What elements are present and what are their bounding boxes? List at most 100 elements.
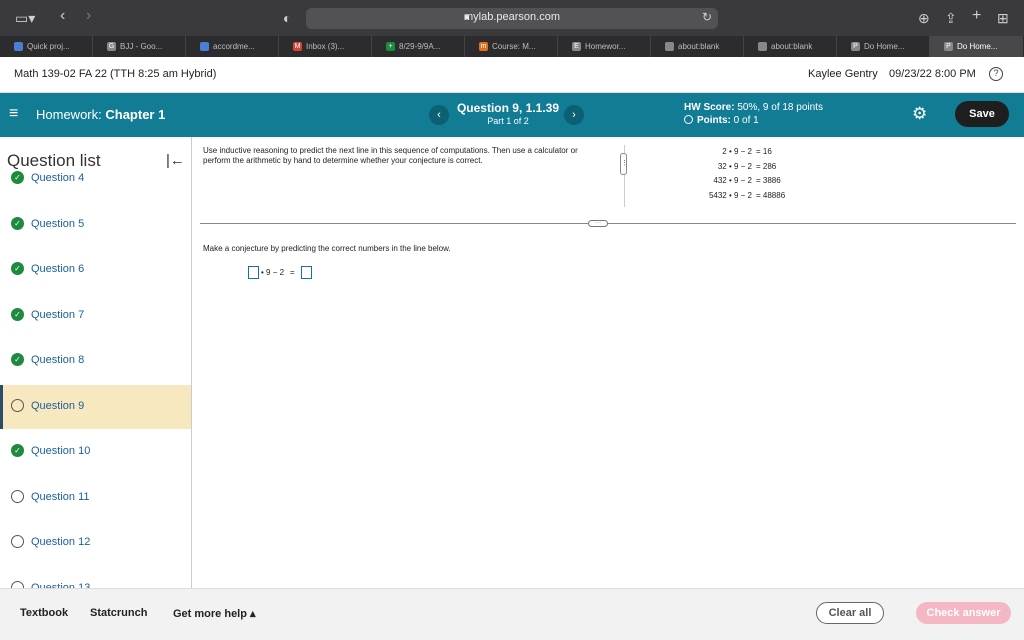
sequence-row: 5432 • 9 − 2 = 48886 <box>668 191 785 200</box>
question-part: Part 1 of 2 <box>487 116 529 126</box>
sequence-row: 432 • 9 − 2 = 3886 <box>668 176 781 185</box>
settings-gear-icon[interactable]: ⚙ <box>912 105 927 123</box>
browser-tab[interactable]: P Do Home... <box>930 36 1023 57</box>
tab-favicon-icon: m <box>479 42 488 51</box>
sidebar-item-question[interactable]: Question 12 <box>0 521 191 565</box>
points-label: Points: <box>697 115 731 126</box>
footer-bar: Textbook Statcrunch Get more help ▴ Clea… <box>0 588 1024 640</box>
question-title: Question 9, 1.1.39 <box>456 101 560 115</box>
browser-tab[interactable]: accordme... <box>186 36 279 57</box>
sequence-row: 32 • 9 − 2 = 286 <box>668 162 776 171</box>
forward-icon[interactable]: › <box>86 7 91 25</box>
sidebar-item-question[interactable]: ✓ Question 8 <box>0 339 191 383</box>
browser-tab[interactable]: m Course: M... <box>465 36 558 57</box>
tab-favicon-icon <box>758 42 767 51</box>
browser-tab[interactable]: about:blank <box>744 36 837 57</box>
vertical-splitter-handle[interactable]: ⋮ <box>620 153 628 175</box>
completed-check-icon: ✓ <box>11 262 24 275</box>
textbook-link[interactable]: Textbook <box>20 607 68 619</box>
hw-score-label: HW Score: <box>684 102 735 113</box>
date-time: 09/23/22 8:00 PM <box>889 68 976 80</box>
new-tab-icon[interactable]: + <box>972 7 981 25</box>
sidebar-item-question[interactable]: Question 11 <box>0 476 191 520</box>
save-button[interactable]: Save <box>955 101 1009 127</box>
answer-input-2[interactable] <box>300 266 312 279</box>
browser-tab-label: Course: M... <box>492 42 536 51</box>
sidebar-item-question[interactable]: ✓ Question 7 <box>0 294 191 338</box>
address-bar[interactable]: ■ mylab.pearson.com ↻ <box>306 8 718 29</box>
back-icon[interactable]: ‹ <box>60 7 65 25</box>
answer-middle: • 9 − 2 <box>261 268 285 277</box>
answer-row: • 9 − 2 = <box>248 266 312 279</box>
next-question-button[interactable]: › <box>564 105 584 125</box>
browser-tab[interactable]: M Inbox (3)... <box>279 36 372 57</box>
browser-tab-label: about:blank <box>771 42 813 51</box>
sidebar-item-label: Question 7 <box>31 308 85 321</box>
tab-favicon-icon: P <box>851 42 860 51</box>
hw-score-value: 50%, 9 of 18 points <box>737 102 823 113</box>
answer-input-1[interactable] <box>248 266 259 279</box>
reload-icon[interactable]: ↻ <box>702 10 712 24</box>
hamburger-menu-icon[interactable]: ≡ <box>9 105 18 123</box>
course-bar: Math 139-02 FA 22 (TTH 8:25 am Hybrid) K… <box>0 57 1024 93</box>
check-answer-button[interactable]: Check answer <box>916 602 1011 624</box>
sequence-expression: 32 • 9 − 2 <box>717 161 752 171</box>
incomplete-circle-icon <box>11 398 24 412</box>
sidebar-item-label: Question 11 <box>31 490 90 503</box>
sequence-expression: 5432 • 9 − 2 <box>708 190 752 200</box>
hw-score: HW Score: 50%, 9 of 18 points <box>684 102 823 113</box>
sidebar-item-label: Question 12 <box>31 536 91 548</box>
get-more-help-link[interactable]: Get more help ▴ <box>173 607 256 620</box>
sequence-result: = 48886 <box>756 190 786 200</box>
browser-tab-strip: Quick proj... G BJJ - Goo... accordme... M In… <box>0 36 1024 57</box>
homework-label: Homework: Chapter 1 <box>36 107 165 122</box>
sidebar-item-question[interactable]: ✓ Question 6 <box>0 248 191 292</box>
clear-all-button[interactable]: Clear all <box>816 602 884 624</box>
sequence-expression: 432 • 9 − 2 <box>713 176 752 185</box>
question-list-sidebar: Question list |← ✓ Question 4 ✓ Question 5 ✓… <box>0 137 192 588</box>
question-instructions: Use inductive reasoning to predict the n… <box>203 146 578 165</box>
sidebar-item-question[interactable]: Question 13 <box>0 567 191 588</box>
browser-tab[interactable]: Quick proj... <box>0 36 93 57</box>
question-prompt: Make a conjecture by predicting the corr… <box>203 244 451 253</box>
privacy-shield-icon[interactable]: ◐ <box>283 9 291 27</box>
points-circle-icon <box>684 115 693 124</box>
sidebar-item-label: Question 8 <box>31 354 85 366</box>
completed-check-icon: ✓ <box>11 307 24 321</box>
incomplete-circle-icon <box>11 535 24 548</box>
answer-equals: = <box>290 268 295 277</box>
browser-tab-label: Quick proj... <box>27 42 70 51</box>
sidebar-item-question[interactable]: ✓ Question 4 <box>0 157 191 201</box>
statcrunch-link[interactable]: Statcrunch <box>90 607 147 619</box>
browser-tab[interactable]: +8/29-9/9A... <box>372 36 465 57</box>
sidebar-item-question[interactable]: Question 9 <box>0 384 191 429</box>
sidebar-item-label: Question 9 <box>31 399 85 412</box>
completed-check-icon: ✓ <box>11 353 24 366</box>
sequence-result: = 3886 <box>756 176 781 185</box>
incomplete-circle-icon <box>11 489 24 503</box>
incomplete-circle-icon <box>11 580 24 588</box>
share-icon[interactable]: ⇪ <box>945 9 957 27</box>
sidebar-toggle-icon[interactable]: ▭▾ <box>15 9 35 27</box>
sidebar-item-label: Question 4 <box>31 172 85 184</box>
sidebar-item-label: Question 6 <box>31 263 85 275</box>
sidebar-item-question[interactable]: ✓ Question 5 <box>0 203 191 247</box>
tab-favicon-icon: M <box>293 42 302 51</box>
help-icon[interactable]: ? <box>989 67 1003 81</box>
question-content: Use inductive reasoning to predict the n… <box>192 137 1024 588</box>
browser-tab-label: Do Home... <box>957 42 998 51</box>
browser-tab-label: Inbox (3)... <box>306 42 345 51</box>
browser-tab[interactable]: G BJJ - Goo... <box>93 36 186 57</box>
browser-tab[interactable]: E Homewor... <box>558 36 651 57</box>
url-text: mylab.pearson.com <box>464 11 560 23</box>
tab-overview-icon[interactable]: ⊞ <box>997 9 1009 27</box>
browser-tab-label: accordme... <box>213 42 255 51</box>
downloads-icon[interactable]: ⊕ <box>918 9 930 27</box>
horizontal-splitter-handle[interactable]: ··· <box>588 220 608 227</box>
completed-check-icon: ✓ <box>11 444 24 457</box>
horizontal-divider <box>200 223 1016 224</box>
completed-check-icon: ✓ <box>11 171 24 184</box>
browser-tab[interactable]: P Do Home... <box>837 36 930 57</box>
sidebar-item-question[interactable]: ✓ Question 10 <box>0 430 191 474</box>
browser-tab[interactable]: about:blank <box>651 36 744 57</box>
